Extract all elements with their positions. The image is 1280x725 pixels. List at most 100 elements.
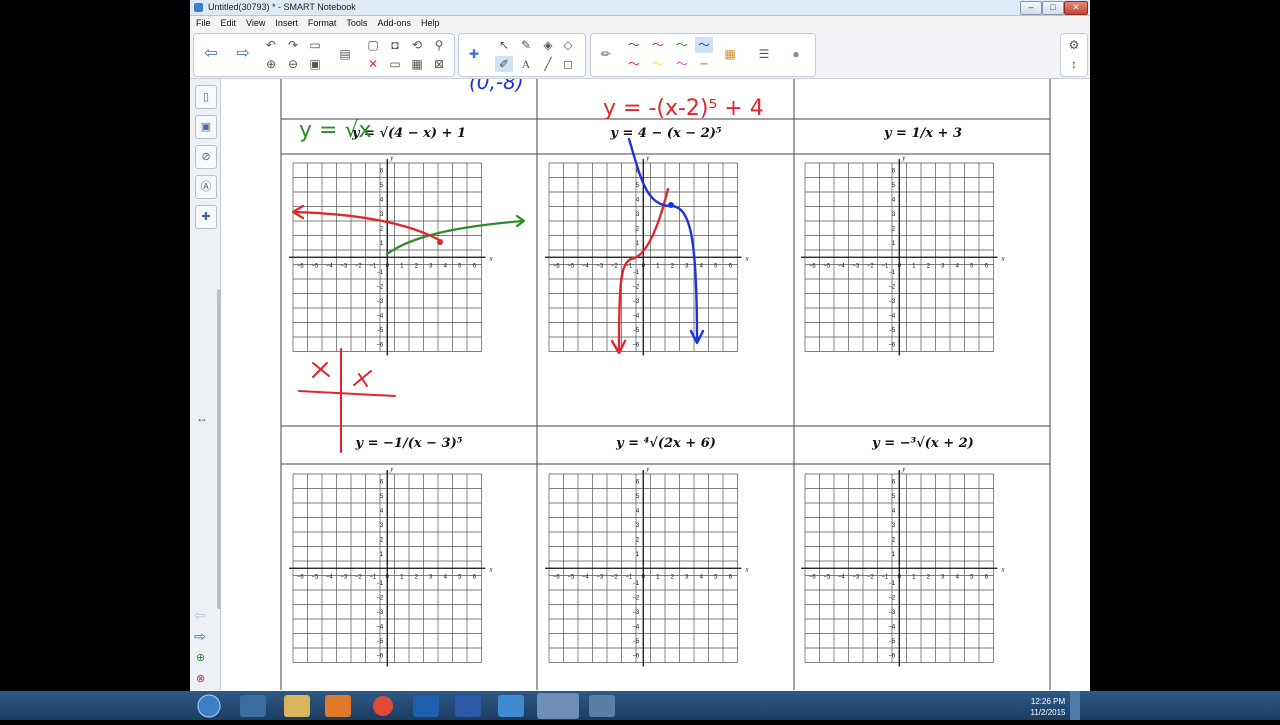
- color-icon[interactable]: ▦: [721, 46, 739, 62]
- eraser-icon[interactable]: ◇: [559, 37, 577, 53]
- y-tick-label: −4: [376, 624, 384, 630]
- pen-icon[interactable]: ✎: [517, 37, 535, 53]
- y-tick-label: −6: [376, 342, 384, 348]
- pen-style-blue-icon[interactable]: 〜: [695, 37, 713, 53]
- red-x-mark: [312, 362, 330, 378]
- menu-format[interactable]: Format: [308, 18, 337, 28]
- y-tick-label: 5: [892, 494, 896, 500]
- y-tick-label: −3: [376, 299, 384, 305]
- properties-icon[interactable]: Ⓐ: [195, 175, 217, 199]
- page-sorter-icon[interactable]: ▯: [195, 85, 217, 109]
- handwritten-equation-red: y = -(x-2)⁵ + 4: [603, 96, 764, 121]
- notebook-icon[interactable]: [498, 695, 524, 717]
- y-tick-label: 6: [380, 168, 384, 174]
- pen-icon[interactable]: ✏: [597, 46, 615, 62]
- redo-icon[interactable]: ↷: [284, 37, 302, 53]
- red-sketch-line: [298, 390, 396, 397]
- menu-help[interactable]: Help: [421, 18, 440, 28]
- pen-style-red-icon[interactable]: 〜: [649, 37, 667, 53]
- y-tick-label: −4: [632, 313, 640, 319]
- forward-icon[interactable]: ⇨: [234, 46, 252, 62]
- y-tick-label: −4: [888, 624, 896, 630]
- whiteboard-canvas[interactable]: y = √(4 − x) + 1y = 4 − (x − 2)⁵ y = 1/x …: [221, 70, 1090, 690]
- delete-page-icon[interactable]: ⊗: [196, 672, 205, 685]
- x-tick-label: −4: [326, 263, 334, 269]
- red-point: [437, 239, 443, 245]
- text-icon[interactable]: A: [517, 56, 535, 72]
- word-icon[interactable]: [455, 695, 481, 717]
- explorer-icon[interactable]: [284, 695, 310, 717]
- save-icon[interactable]: ▣: [306, 56, 324, 72]
- properties-icon[interactable]: ●: [787, 46, 805, 62]
- tool-icon[interactable]: [589, 695, 615, 717]
- menu-insert[interactable]: Insert: [275, 18, 298, 28]
- media-icon[interactable]: [325, 695, 351, 717]
- x-axis-label: x: [1001, 565, 1006, 573]
- minimize-button[interactable]: –: [1020, 1, 1042, 15]
- creative-pen-icon[interactable]: ✐: [495, 56, 513, 72]
- menu-file[interactable]: File: [196, 18, 211, 28]
- pen-style-red2-icon[interactable]: 〜: [625, 56, 643, 72]
- y-axis-label: y: [645, 154, 650, 162]
- gallery-icon[interactable]: ▣: [195, 115, 217, 139]
- rotate-icon[interactable]: ⟲: [408, 37, 426, 53]
- y-tick-label: −2: [376, 595, 384, 601]
- close-icon[interactable]: ⊠: [430, 56, 448, 72]
- highlighter-pink-icon[interactable]: 〜: [673, 56, 691, 72]
- maximize-button[interactable]: □: [1042, 1, 1064, 15]
- add-page-icon[interactable]: ⊕: [262, 56, 280, 72]
- fill-icon[interactable]: ◈: [539, 37, 557, 53]
- magnifier-icon[interactable]: ⚲: [430, 37, 448, 53]
- back-icon[interactable]: ⇦: [194, 607, 206, 624]
- y-axis-label: y: [901, 154, 906, 162]
- toolbar-position-icon[interactable]: ↕: [1065, 56, 1083, 72]
- menu-tools[interactable]: Tools: [346, 18, 367, 28]
- screen-icon[interactable]: ▤: [336, 46, 354, 62]
- back-icon[interactable]: ⇦: [202, 46, 220, 62]
- toolbar-group-nav: ⇦ ⇨ ↶ ↷ ▭ ⊕ ⊖ ▣ ▤ ▢ ◘ ⟲ ⚲ ✕ ▭ ▦ ⊠: [193, 33, 455, 77]
- toolbar-group-tools: ✚ ↖ ✎ ◈ ◇ ✐ A ╱ ◻: [458, 33, 586, 77]
- y-tick-label: −2: [632, 284, 640, 290]
- show-desktop-button[interactable]: [1070, 691, 1080, 720]
- camera-icon[interactable]: ◘: [386, 37, 404, 53]
- x-tick-label: −1: [369, 263, 377, 269]
- ie-icon[interactable]: [240, 695, 266, 717]
- add-page-icon[interactable]: ⊕: [196, 651, 205, 664]
- menu-edit[interactable]: Edit: [221, 18, 237, 28]
- attachments-icon[interactable]: ⊘: [195, 145, 217, 169]
- screen-shade-icon[interactable]: ▭: [386, 56, 404, 72]
- close-button[interactable]: ✕: [1064, 1, 1088, 15]
- select-icon[interactable]: ↖: [495, 37, 513, 53]
- outlook-icon[interactable]: [413, 695, 439, 717]
- notebook-icon: [194, 3, 203, 12]
- line-icon[interactable]: ╱: [539, 56, 557, 72]
- addons-icon[interactable]: ✚: [195, 205, 217, 229]
- puzzle-icon[interactable]: ✚: [465, 46, 483, 62]
- table-icon[interactable]: ▦: [408, 56, 426, 72]
- x-tick-label: −3: [852, 574, 860, 580]
- resize-handle[interactable]: ↔: [196, 411, 208, 425]
- chrome-icon[interactable]: [373, 696, 393, 716]
- x-axis-label: x: [489, 565, 494, 573]
- menu-addons[interactable]: Add-ons: [377, 18, 411, 28]
- undo-icon[interactable]: ↶: [262, 37, 280, 53]
- y-tick-label: 3: [380, 523, 384, 529]
- smart-icon[interactable]: [537, 693, 579, 719]
- paste-icon[interactable]: ▢: [364, 37, 382, 53]
- shape-icon[interactable]: ◻: [559, 56, 577, 72]
- line-style-icon[interactable]: ☰: [755, 46, 773, 62]
- forward-icon[interactable]: ⇨: [194, 628, 206, 645]
- pen-style-dashed-icon[interactable]: ┄: [695, 56, 713, 72]
- y-tick-label: 5: [380, 183, 384, 189]
- gear-icon[interactable]: ⚙: [1065, 37, 1083, 53]
- menu-view[interactable]: View: [246, 18, 265, 28]
- y-tick-label: −3: [632, 610, 640, 616]
- highlighter-yellow-icon[interactable]: 〜: [649, 56, 667, 72]
- pen-style-black-icon[interactable]: 〜: [625, 37, 643, 53]
- start-orb-icon[interactable]: [197, 694, 221, 718]
- delete-icon[interactable]: ✕: [364, 56, 382, 72]
- open-icon[interactable]: ▭: [306, 37, 324, 53]
- pen-style-green-icon[interactable]: 〜: [673, 37, 691, 53]
- y-tick-label: 6: [380, 479, 384, 485]
- delete-page-icon[interactable]: ⊖: [284, 56, 302, 72]
